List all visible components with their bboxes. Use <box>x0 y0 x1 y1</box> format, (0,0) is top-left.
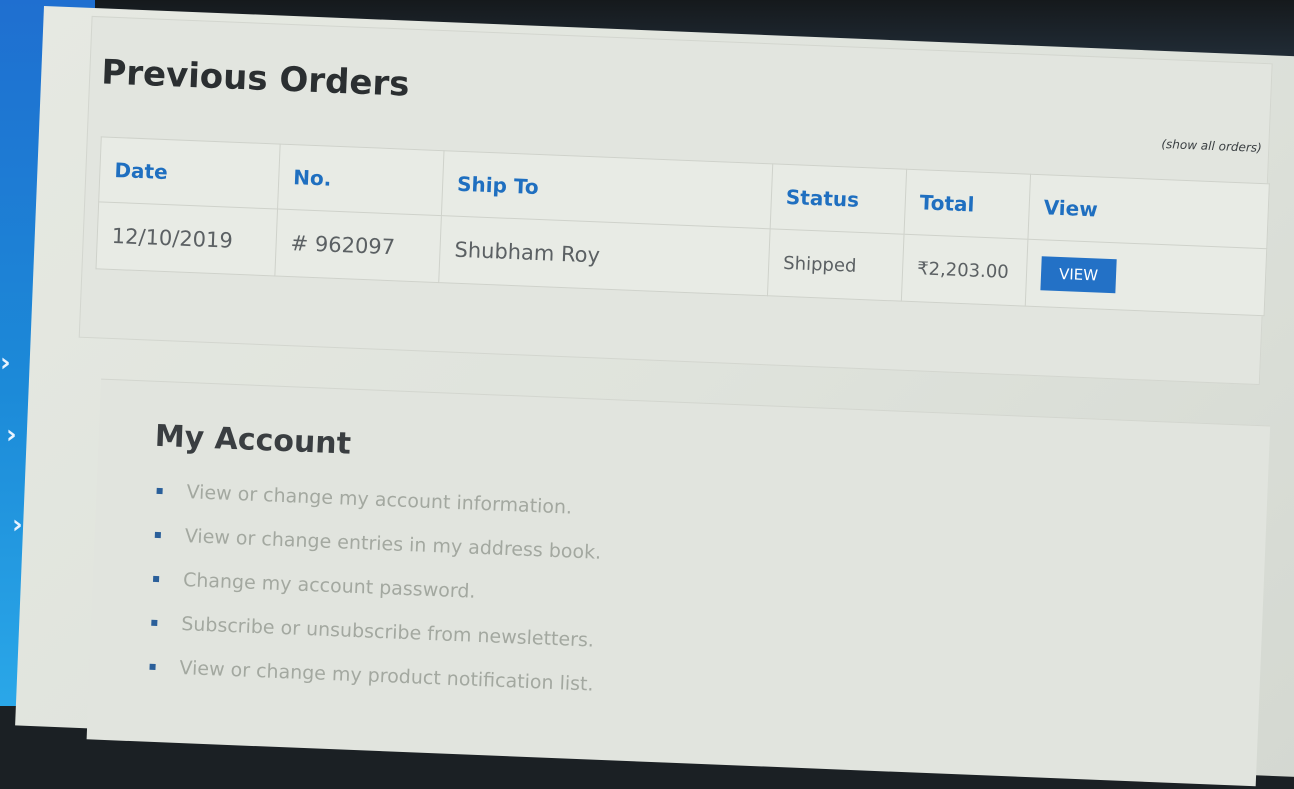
column-header-number: No. <box>277 144 445 216</box>
order-number: # 962097 <box>274 209 442 283</box>
view-order-button[interactable]: VIEW <box>1040 256 1117 294</box>
order-status: Shipped <box>767 228 905 302</box>
bullet-icon <box>149 663 156 671</box>
column-header-status: Status <box>770 163 907 235</box>
order-ship-to: Shubham Roy <box>438 215 771 296</box>
chevron-right-icon[interactable]: › <box>0 348 11 378</box>
order-date: 12/10/2019 <box>95 201 278 276</box>
page-content: Previous Orders (show all orders) Date N… <box>15 6 1294 787</box>
bullet-icon <box>151 619 158 627</box>
account-links-list: View or change my account information. V… <box>148 479 603 717</box>
chevron-right-icon[interactable]: › <box>12 510 23 540</box>
column-header-date: Date <box>98 136 281 210</box>
order-view-cell: VIEW <box>1025 239 1267 316</box>
bullet-icon <box>152 575 160 583</box>
column-header-view: View <box>1027 174 1270 249</box>
chevron-right-icon[interactable]: › <box>6 420 17 450</box>
order-total: ₹2,203.00 <box>901 234 1028 307</box>
bullet-icon <box>156 487 163 495</box>
column-header-total: Total <box>904 169 1031 240</box>
bullet-icon <box>154 531 161 539</box>
